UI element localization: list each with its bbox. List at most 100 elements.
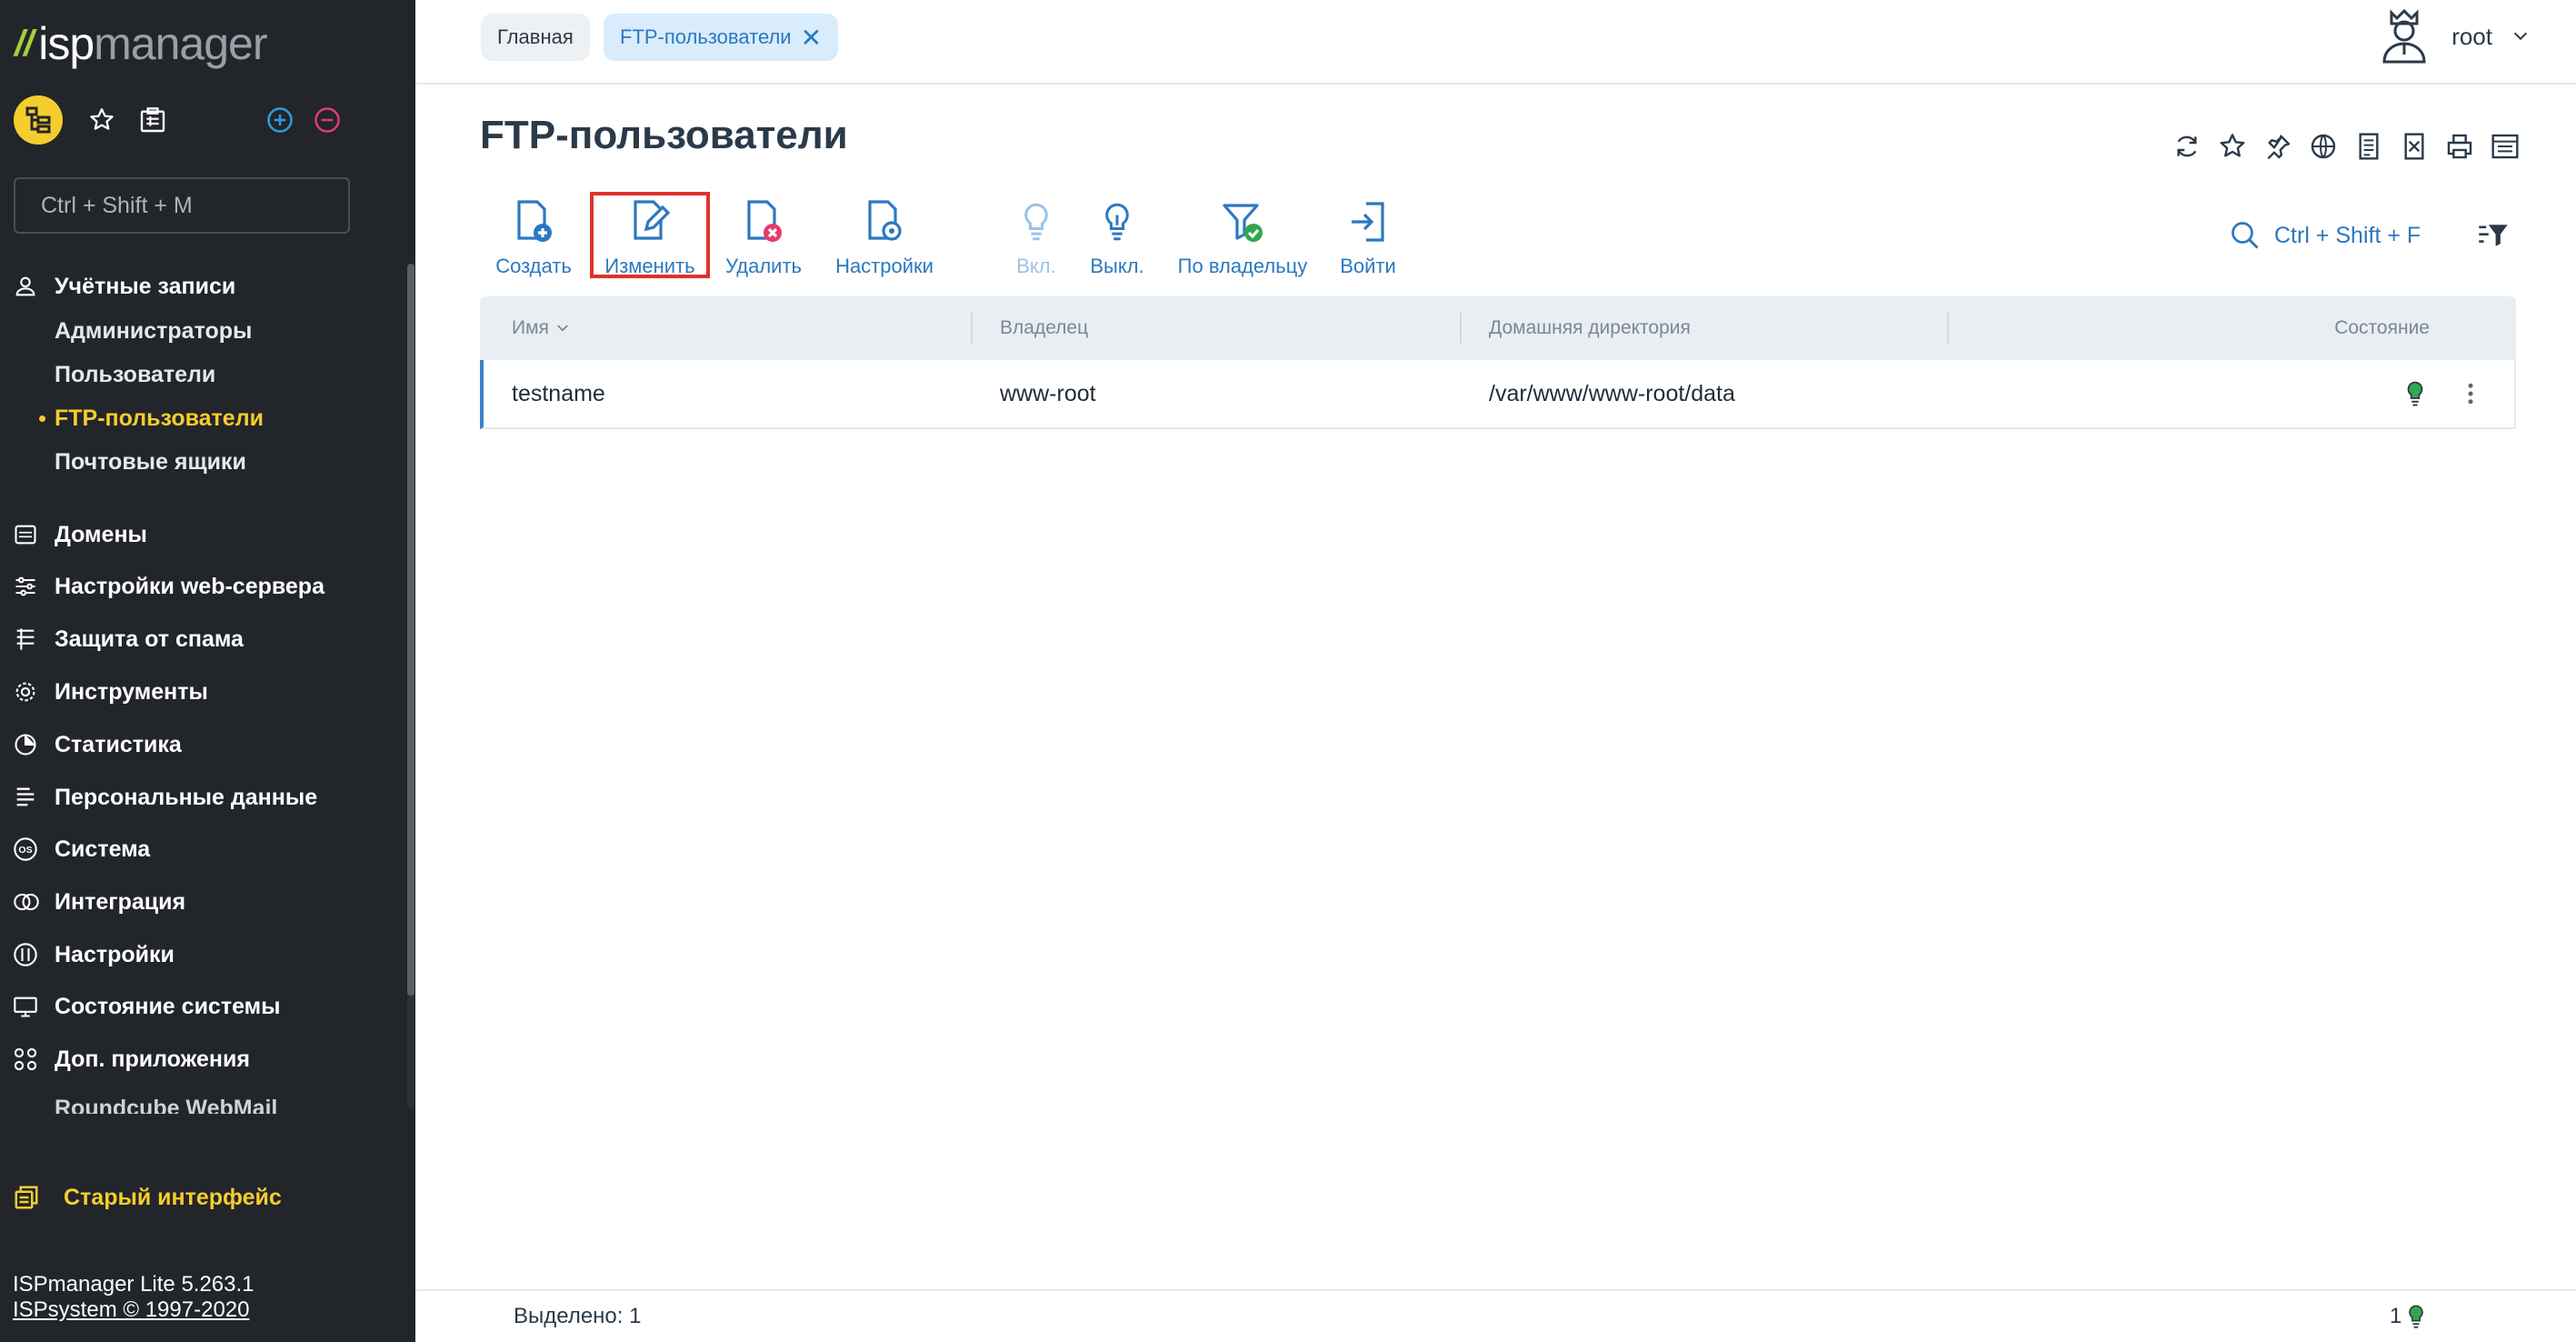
- menu-group-antispam[interactable]: Защита от спама: [0, 616, 400, 662]
- expand-all-button[interactable]: [255, 95, 305, 145]
- menu-group-webserver[interactable]: Настройки web-сервера: [0, 564, 400, 609]
- settings-button[interactable]: Настройки: [830, 191, 939, 286]
- bulb-icon: [2407, 381, 2423, 406]
- quick-search-button[interactable]: Ctrl + Shift + F: [2229, 215, 2421, 256]
- menu-group-stats[interactable]: Статистика: [0, 722, 400, 767]
- column-header-name[interactable]: Имя: [512, 296, 571, 360]
- row-menu-button[interactable]: [2465, 360, 2476, 427]
- collapse-all-button[interactable]: [302, 95, 353, 145]
- menu-group-integration[interactable]: Интеграция: [0, 879, 400, 925]
- tab-ftp-users[interactable]: FTP-пользователи ✕: [604, 14, 839, 61]
- integration-icon: [0, 889, 55, 915]
- username: root: [2451, 22, 2492, 50]
- menu-group-label: Настройки: [55, 941, 175, 967]
- favorites-button[interactable]: [76, 95, 127, 145]
- export-button[interactable]: [2350, 125, 2388, 167]
- chevron-down-icon: [2513, 32, 2528, 41]
- filter-by-owner-button[interactable]: По владельцу: [1174, 191, 1311, 286]
- close-icon[interactable]: ✕: [801, 23, 822, 53]
- cell-home: /var/www/www-root/data: [1489, 380, 1735, 406]
- menu-group-label: Учётные записи: [55, 273, 236, 299]
- print-icon: [2447, 134, 2472, 159]
- copyright-link[interactable]: ISPsystem © 1997-2020: [13, 1297, 249, 1323]
- table-row[interactable]: testname www-root /var/www/www-root/data: [480, 360, 2516, 429]
- clipboard-icon: [140, 107, 165, 133]
- menu-group-label: Состояние системы: [55, 993, 281, 1019]
- logo-manager: manager: [94, 18, 267, 69]
- excel-button[interactable]: [2395, 125, 2433, 167]
- status-enabled: [2405, 360, 2425, 427]
- sidebar-item-users[interactable]: Пользователи: [55, 355, 215, 395]
- export-icon: [2359, 133, 2379, 160]
- disable-button[interactable]: Выкл.: [1085, 191, 1149, 286]
- os-icon: OS: [0, 836, 55, 862]
- table-settings-button[interactable]: [2486, 125, 2524, 167]
- star-icon: [2220, 134, 2245, 157]
- by-owner-label: По владельцу: [1177, 255, 1308, 277]
- create-label: Создать: [495, 255, 572, 277]
- column-header-owner[interactable]: Владелец: [1000, 296, 1088, 360]
- sitemap-button[interactable]: [13, 95, 64, 145]
- pin-button[interactable]: [2259, 125, 2297, 167]
- column-header-home[interactable]: Домашняя директория: [1489, 296, 1691, 360]
- menu-group-sysstate[interactable]: Состояние системы: [0, 984, 400, 1029]
- column-resizer[interactable]: [971, 313, 973, 344]
- sidebar-search-input[interactable]: [14, 177, 350, 234]
- menu-group-label: Инструменты: [55, 678, 208, 705]
- disable-label: Выкл.: [1090, 255, 1144, 277]
- menu-group-apps[interactable]: Доп. приложения: [0, 1037, 400, 1082]
- tab-label: FTP-пользователи: [620, 25, 792, 48]
- search-icon: [2232, 222, 2259, 249]
- column-resizer[interactable]: [1460, 313, 1462, 344]
- highlight-box: [590, 192, 710, 278]
- user-menu[interactable]: root: [2375, 0, 2531, 73]
- selected-count: Выделено: 1: [514, 1304, 642, 1328]
- sidebar-item-administrators[interactable]: Администраторы: [55, 311, 252, 351]
- menu-group-label: Защита от спама: [55, 626, 244, 652]
- delete-label: Удалить: [725, 255, 802, 277]
- delete-button[interactable]: Удалить: [723, 191, 804, 286]
- shield-icon: [0, 626, 55, 652]
- user-icon: [0, 274, 55, 299]
- menu-group-label: Персональные данные: [55, 784, 318, 810]
- column-resizer[interactable]: [1947, 313, 1949, 344]
- cell-owner: www-root: [1000, 380, 1096, 406]
- menu-group-personal[interactable]: Персональные данные: [0, 775, 400, 820]
- menu-group-domains[interactable]: Домены: [0, 512, 400, 557]
- enable-label: Вкл.: [1016, 255, 1056, 277]
- page-tools: [2168, 125, 2524, 167]
- menu-group-system[interactable]: OS Система: [0, 826, 400, 872]
- column-header-status[interactable]: Состояние: [2334, 296, 2430, 360]
- monitor-icon: [0, 994, 55, 1019]
- language-button[interactable]: [2304, 125, 2342, 167]
- sidebar-scrollbar-thumb[interactable]: [407, 264, 414, 996]
- refresh-icon: [2177, 135, 2197, 157]
- enabled-count-value: 1: [2390, 1304, 2402, 1328]
- delete-file-icon: [747, 200, 782, 242]
- clipboard-button[interactable]: [125, 95, 180, 145]
- logo-isp: isp: [38, 18, 95, 69]
- filter-button[interactable]: [2472, 215, 2514, 256]
- refresh-button[interactable]: [2168, 125, 2206, 167]
- sidebar-item-mailboxes[interactable]: Почтовые ящики: [55, 442, 246, 482]
- login-icon: [1352, 202, 1384, 242]
- login-button[interactable]: Войти: [1332, 191, 1404, 286]
- enable-button[interactable]: Вкл.: [1009, 191, 1063, 286]
- sort-chevron-icon: [557, 325, 568, 332]
- menu-group-tools[interactable]: Инструменты: [0, 669, 400, 715]
- sidebar-item-ftp-users[interactable]: FTP-пользователи: [39, 398, 264, 438]
- logo[interactable]: // isp manager: [15, 16, 268, 71]
- menu-group-accounts[interactable]: Учётные записи: [0, 264, 400, 309]
- tab-home[interactable]: Главная: [481, 14, 590, 61]
- sidebar-item-roundcube[interactable]: Roundcube WebMail: [55, 1088, 277, 1115]
- create-button[interactable]: Создать: [493, 191, 574, 286]
- logo-mark-icon: //: [15, 23, 34, 64]
- old-interface-link[interactable]: Старый интерфейс: [13, 1175, 282, 1220]
- favorite-button[interactable]: [2213, 125, 2252, 167]
- print-button[interactable]: [2441, 125, 2479, 167]
- version-text: ISPmanager Lite 5.263.1: [13, 1272, 255, 1297]
- filter-check-icon: [1223, 204, 1263, 242]
- avatar: [2382, 8, 2426, 64]
- sidebar-scrollbar[interactable]: [407, 264, 414, 1109]
- menu-group-settings[interactable]: Настройки: [0, 932, 400, 977]
